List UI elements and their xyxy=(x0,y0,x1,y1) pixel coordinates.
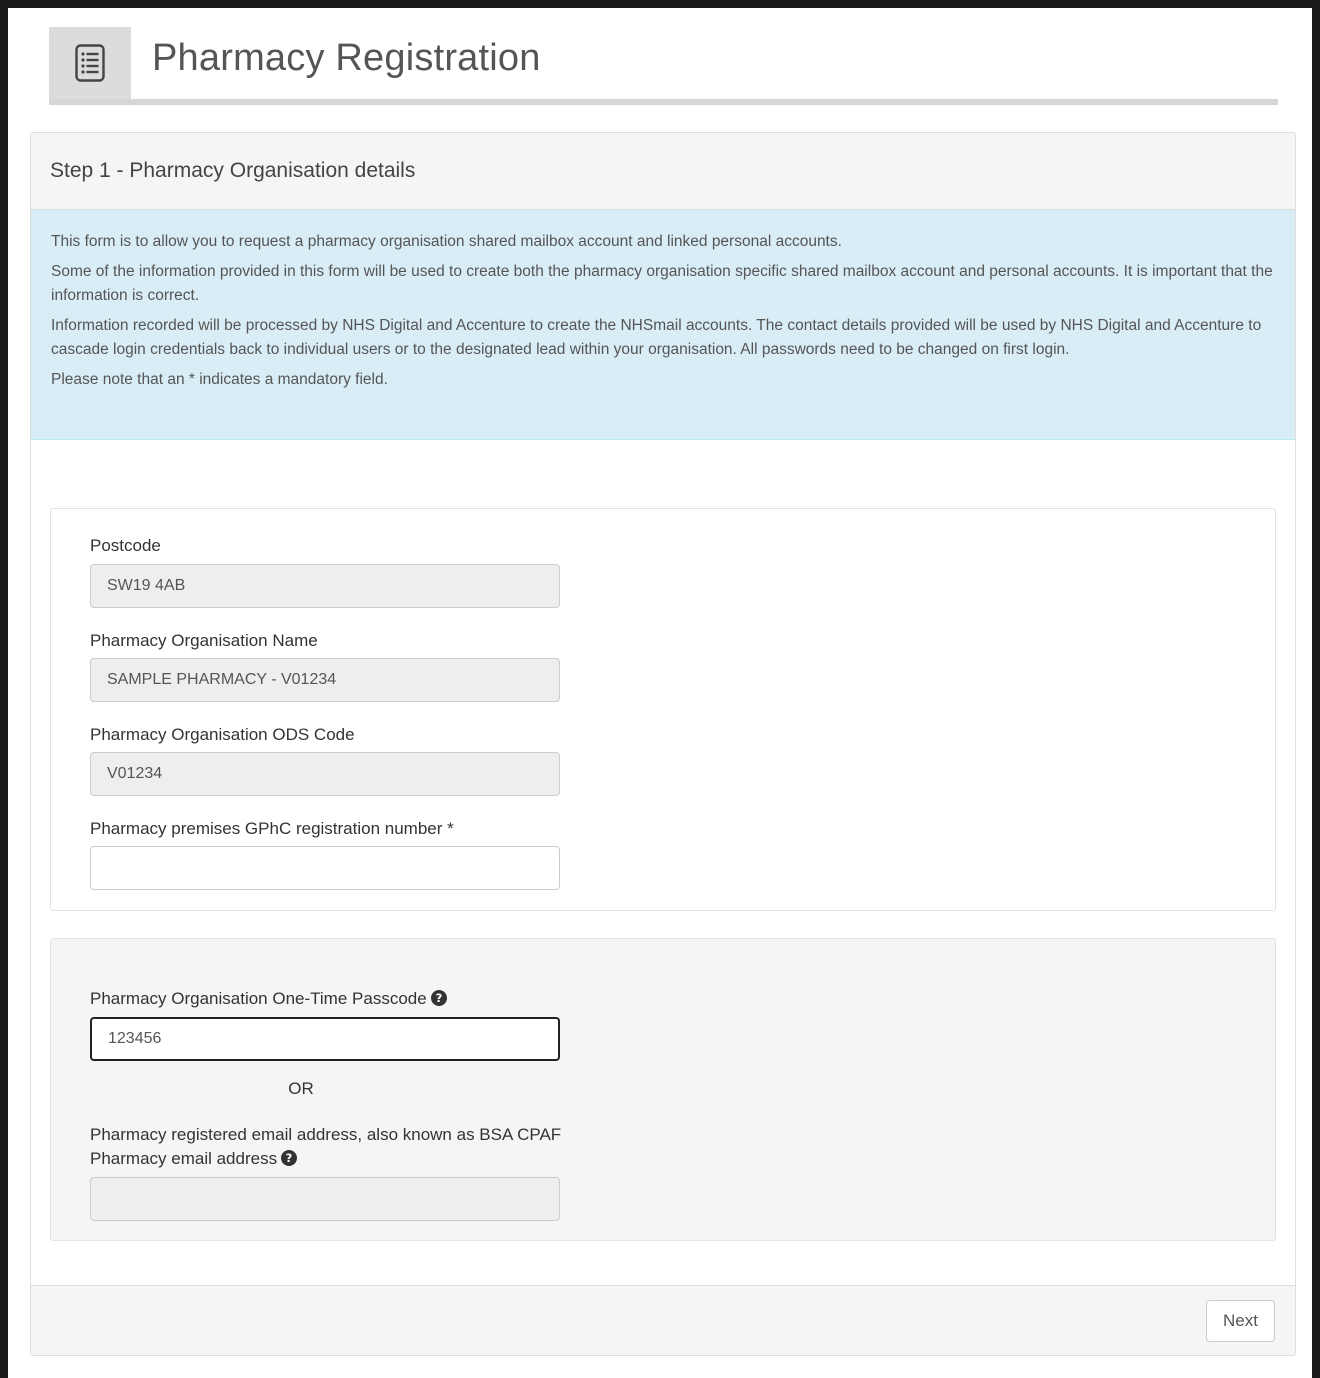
next-button[interactable]: Next xyxy=(1206,1300,1275,1342)
verification-section: Pharmacy Organisation One-Time Passcode?… xyxy=(50,938,1276,1241)
passcode-label: Pharmacy Organisation One-Time Passcode? xyxy=(90,987,447,1011)
step-heading: Step 1 - Pharmacy Organisation details xyxy=(31,133,1295,210)
info-paragraph: This form is to allow you to request a p… xyxy=(51,233,842,250)
email-label-line1: Pharmacy registered email address, also … xyxy=(90,1125,562,1144)
registration-panel: Step 1 - Pharmacy Organisation details T… xyxy=(30,132,1296,1356)
gphc-number-input[interactable] xyxy=(90,846,560,890)
ods-code-label: Pharmacy Organisation ODS Code xyxy=(90,725,355,744)
postcode-input[interactable] xyxy=(90,564,560,608)
passcode-label-text: Pharmacy Organisation One-Time Passcode xyxy=(90,989,427,1008)
passcode-input[interactable] xyxy=(90,1017,560,1061)
organisation-details-section: Postcode Pharmacy Organisation Name Phar… xyxy=(50,508,1276,911)
ods-code-input[interactable] xyxy=(90,752,560,796)
question-circle-icon[interactable]: ? xyxy=(430,990,447,1006)
org-name-input[interactable] xyxy=(90,658,560,702)
svg-text:?: ? xyxy=(286,1151,293,1165)
info-paragraph: Some of the information provided in this… xyxy=(51,263,1273,304)
info-alert: This form is to allow you to request a p… xyxy=(31,210,1295,440)
question-circle-icon[interactable]: ? xyxy=(281,1150,298,1166)
postcode-label: Postcode xyxy=(90,536,161,555)
page-header: Pharmacy Registration xyxy=(49,27,1278,105)
email-label-line2: Pharmacy email address xyxy=(90,1149,278,1168)
header-icon-box xyxy=(49,27,131,99)
svg-text:?: ? xyxy=(435,991,442,1005)
list-document-icon xyxy=(75,44,105,82)
page-title: Pharmacy Registration xyxy=(152,37,541,79)
org-name-label: Pharmacy Organisation Name xyxy=(90,631,318,650)
window-frame: Pharmacy Registration Step 1 - Pharmacy … xyxy=(0,0,1320,1378)
email-label: Pharmacy registered email address, also … xyxy=(90,1123,561,1171)
panel-footer: Next xyxy=(31,1285,1295,1355)
email-input[interactable] xyxy=(90,1177,560,1221)
info-paragraph: Please note that an * indicates a mandat… xyxy=(51,371,388,388)
info-paragraph: Information recorded will be processed b… xyxy=(51,317,1262,358)
or-divider: OR xyxy=(288,1079,314,1098)
gphc-number-label: Pharmacy premises GPhC registration numb… xyxy=(90,819,454,838)
